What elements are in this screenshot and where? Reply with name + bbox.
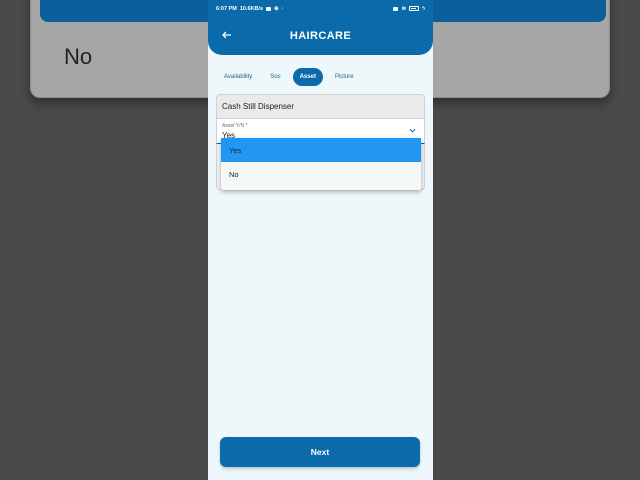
battery-icon xyxy=(409,6,420,11)
dropdown-option-no[interactable]: No xyxy=(221,162,421,186)
item-name-label: Cash Still Dispenser xyxy=(216,94,425,118)
next-button[interactable]: Next xyxy=(220,437,420,467)
page-title: HAIRCARE xyxy=(289,30,352,42)
arrow-left-icon[interactable] xyxy=(222,29,236,43)
video-icon xyxy=(266,6,272,11)
dot-icon: · xyxy=(281,5,284,12)
tab-availability[interactable]: Availability xyxy=(218,70,258,84)
tab-bar: Availability Sos Asset Picture xyxy=(208,55,433,89)
chevron-down-icon[interactable] xyxy=(409,127,416,134)
tab-asset[interactable]: Asset xyxy=(292,68,323,86)
status-time: 6:07 PM xyxy=(216,5,237,12)
phone-screen: 6:07 PM 10.6KB/s ⊕ · ≋ ϟ HAIRCARE Availa… xyxy=(208,0,433,480)
tab-sos[interactable]: Sos xyxy=(264,70,286,84)
tab-picture[interactable]: Picture xyxy=(329,70,360,84)
wifi-icon: ≋ xyxy=(401,5,407,12)
background-zoomed-option-text: No xyxy=(64,44,93,69)
status-bar: 6:07 PM 10.6KB/s ⊕ · ≋ ϟ xyxy=(208,0,433,17)
status-network-speed: 10.6KB/s xyxy=(239,5,264,12)
asset-dropdown-menu: Yes No xyxy=(221,138,421,190)
dropdown-option-yes[interactable]: Yes xyxy=(221,138,421,162)
charging-icon: ϟ xyxy=(422,5,425,12)
asset-select-label: Asset Y/N * xyxy=(222,123,248,129)
app-header: HAIRCARE xyxy=(208,17,433,55)
sim-icon xyxy=(393,6,399,11)
settings-status-icon: ⊕ xyxy=(274,5,279,12)
